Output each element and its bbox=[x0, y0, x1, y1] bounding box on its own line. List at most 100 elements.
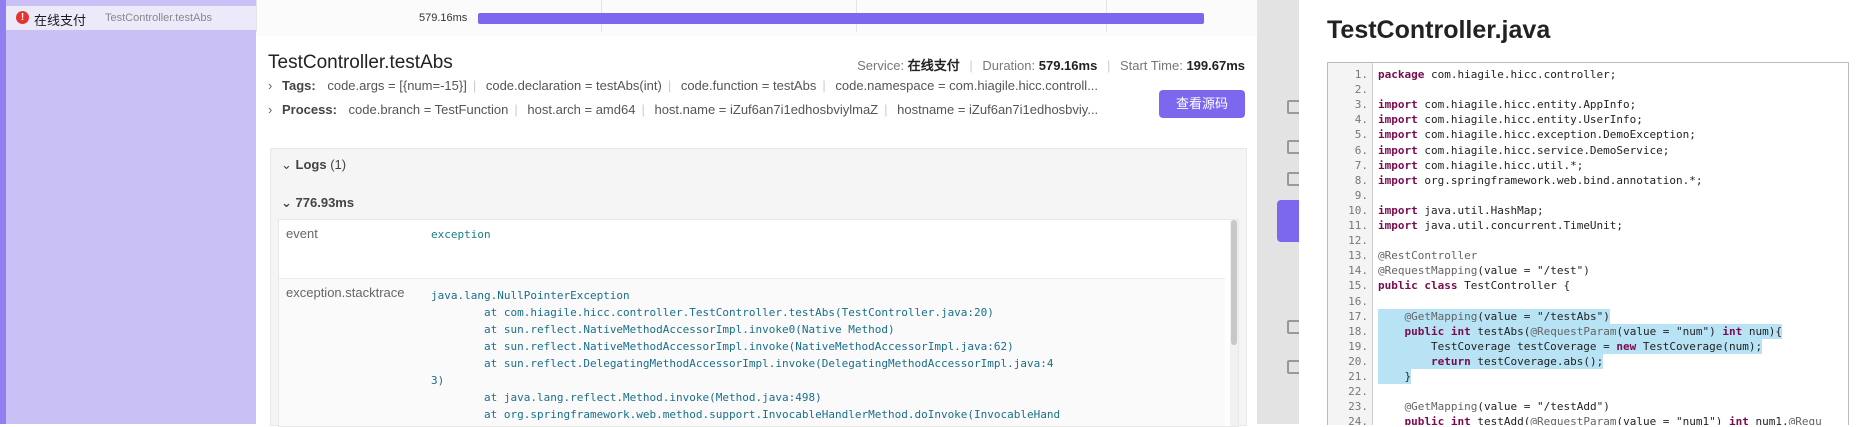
line-number: 4. bbox=[1354, 113, 1368, 127]
code-text: @GetMapping(value = "/testAdd") bbox=[1404, 400, 1610, 414]
logs-label: Logs bbox=[295, 157, 327, 172]
code-line: 8. import org.springframework.web.bind.an… bbox=[1328, 173, 1848, 188]
span-service-name: 在线支付 bbox=[34, 13, 87, 28]
code-text: import com.hiagile.hicc.util.*; bbox=[1378, 158, 1584, 172]
code-line: 3. import com.hiagile.hicc.entity.AppInfo… bbox=[1328, 97, 1848, 112]
process-item: code.branch = TestFunction bbox=[348, 102, 509, 117]
span-operation-name: TestController.testAbs bbox=[105, 12, 212, 24]
span-title: TestController.testAbs bbox=[268, 52, 453, 73]
code-text: @RestController bbox=[1378, 249, 1478, 263]
trace-sidebar: ! 在线支付 TestController.testAbs bbox=[0, 0, 257, 424]
code-line: 24. public int testAdd(@RequestParam(val… bbox=[1328, 414, 1848, 425]
code-line: 2. bbox=[1328, 82, 1848, 97]
span-timeline[interactable]: 579.16ms bbox=[256, 0, 1257, 39]
line-number: 17. bbox=[1348, 309, 1368, 323]
line-number: 23. bbox=[1348, 400, 1368, 414]
code-line: 12. bbox=[1328, 233, 1848, 248]
code-line: 5. import com.hiagile.hicc.exception.Demo… bbox=[1328, 127, 1848, 142]
code-text: } bbox=[1378, 369, 1412, 384]
span-row[interactable]: ! 在线支付 TestController.testAbs bbox=[6, 6, 256, 30]
tag-item: code.function = testAbs bbox=[680, 78, 817, 93]
code-line: 11. import java.util.concurrent.TimeUnit; bbox=[1328, 218, 1848, 233]
line-number: 18. bbox=[1348, 324, 1368, 338]
timeline-bar[interactable] bbox=[478, 13, 1204, 24]
service-label: Service: bbox=[857, 58, 905, 73]
start-time-label: Start Time: bbox=[1119, 58, 1183, 73]
process-item: hostname = iZuf6an7i1edhosbviy... bbox=[897, 102, 1099, 117]
line-number: 3. bbox=[1354, 98, 1368, 112]
code-text: @RequestMapping(value = "/test") bbox=[1378, 264, 1590, 278]
line-number: 7. bbox=[1354, 158, 1368, 172]
timeline-duration: 579.16ms bbox=[419, 12, 468, 24]
line-number: 10. bbox=[1348, 203, 1368, 217]
stacktrace-value: java.lang.NullPointerException at com.hi… bbox=[431, 289, 1061, 426]
code-line: 7. import com.hiagile.hicc.util.*; bbox=[1328, 158, 1848, 173]
code-line: 23. @GetMapping(value = "/testAdd") bbox=[1328, 399, 1848, 414]
code-text: public int testAdd(@RequestParam(value =… bbox=[1404, 415, 1822, 425]
active-tool-tab bbox=[1277, 200, 1299, 242]
line-number: 8. bbox=[1354, 173, 1368, 187]
code-text: import org.springframework.web.bind.anno… bbox=[1378, 173, 1703, 187]
process-item: host.arch = amd64 bbox=[527, 102, 636, 117]
code-line: 9. bbox=[1328, 188, 1848, 203]
code-text: package com.hiagile.hicc.controller; bbox=[1378, 68, 1617, 81]
code-line: 10. import java.util.HashMap; bbox=[1328, 203, 1848, 218]
code-text: import com.hiagile.hicc.service.DemoServ… bbox=[1378, 143, 1670, 157]
code-line: 18. public int testAbs(@RequestParam(val… bbox=[1328, 323, 1848, 339]
code-text: TestCoverage testCoverage = new TestCove… bbox=[1378, 338, 1763, 354]
table-row: exception.stacktrace java.lang.NullPoint… bbox=[279, 279, 1225, 426]
scrollbar[interactable] bbox=[1230, 220, 1238, 426]
source-code-drawer: TestController.java 1. package com.hiagil… bbox=[1299, 0, 1859, 425]
log-entry-table: event exception exception.stacktrace jav… bbox=[278, 219, 1239, 427]
code-viewer[interactable]: 1. package com.hiagile.hicc.controller; 2.… bbox=[1327, 62, 1849, 425]
line-number: 14. bbox=[1348, 264, 1368, 278]
span-meta: Service: 在线支付 | Duration: 579.16ms | Sta… bbox=[857, 58, 1245, 73]
code-line: 13. @RestController bbox=[1328, 248, 1848, 263]
line-number: 6. bbox=[1354, 143, 1368, 157]
line-number: 1. bbox=[1354, 68, 1368, 81]
process-row[interactable]: › Process: code.branch = TestFunction | ho… bbox=[268, 102, 1148, 124]
code-text: import com.hiagile.hicc.exception.DemoEx… bbox=[1378, 128, 1696, 142]
code-line: 21. } bbox=[1328, 369, 1848, 384]
chevron-down-icon: ⌄ bbox=[281, 195, 292, 210]
log-key: exception.stacktrace bbox=[286, 285, 405, 300]
error-icon: ! bbox=[16, 11, 29, 24]
dimmed-backdrop[interactable] bbox=[1257, 0, 1301, 424]
code-line: 17. @GetMapping(value = "/testAbs") bbox=[1328, 308, 1848, 324]
line-number: 22. bbox=[1348, 385, 1368, 399]
start-time-value: 199.67ms bbox=[1186, 58, 1245, 73]
view-source-button[interactable]: 查看源码 bbox=[1159, 90, 1245, 118]
tag-item: code.declaration = testAbs(int) bbox=[485, 78, 662, 93]
tag-item: code.namespace = com.hiagile.hicc.contro… bbox=[835, 78, 1099, 93]
source-file-title: TestController.java bbox=[1327, 16, 1551, 44]
scrollbar-thumb[interactable] bbox=[1231, 220, 1237, 345]
tags-row[interactable]: › Tags: code.args = [{num=-15}] | code.dec… bbox=[268, 78, 1148, 100]
tags-label: Tags: bbox=[282, 78, 316, 93]
line-number: 11. bbox=[1348, 219, 1368, 232]
code-text: public int testAbs(@RequestParam(value =… bbox=[1378, 323, 1783, 339]
log-value: exception bbox=[431, 228, 491, 241]
line-number: 16. bbox=[1348, 294, 1368, 308]
code-text: return testCoverage.abs(); bbox=[1378, 353, 1604, 369]
code-text: import java.util.concurrent.TimeUnit; bbox=[1378, 219, 1624, 232]
code-text: import java.util.HashMap; bbox=[1378, 203, 1544, 217]
logs-count: (1) bbox=[330, 157, 347, 172]
logs-header[interactable]: ⌄ Logs (1) bbox=[281, 157, 346, 173]
code-line: 1. package com.hiagile.hicc.controller; bbox=[1328, 67, 1848, 82]
line-number: 21. bbox=[1348, 370, 1368, 383]
line-number: 5. bbox=[1354, 128, 1368, 142]
span-detail-panel: TestController.testAbs Service: 在线支付 | D… bbox=[256, 36, 1257, 427]
code-line: 22. bbox=[1328, 384, 1848, 399]
code-line: 6. import com.hiagile.hicc.service.DemoSe… bbox=[1328, 143, 1848, 158]
logs-section: ⌄ Logs (1) ⌄ 776.93ms event exception ex… bbox=[270, 148, 1247, 427]
log-entry-header[interactable]: ⌄ 776.93ms bbox=[281, 195, 354, 211]
code-line: 4. import com.hiagile.hicc.entity.UserInf… bbox=[1328, 112, 1848, 127]
line-number: 20. bbox=[1348, 354, 1368, 368]
duration-value: 579.16ms bbox=[1038, 58, 1098, 73]
code-text: import com.hiagile.hicc.entity.UserInfo; bbox=[1378, 113, 1643, 127]
code-line: 14. @RequestMapping(value = "/test") bbox=[1328, 263, 1848, 278]
process-item: host.name = iZuf6an7i1edhosbviylmaZ bbox=[654, 102, 879, 117]
log-entry-time: 776.93ms bbox=[295, 195, 355, 210]
chevron-right-icon: › bbox=[268, 102, 273, 117]
process-label: Process: bbox=[282, 102, 337, 117]
